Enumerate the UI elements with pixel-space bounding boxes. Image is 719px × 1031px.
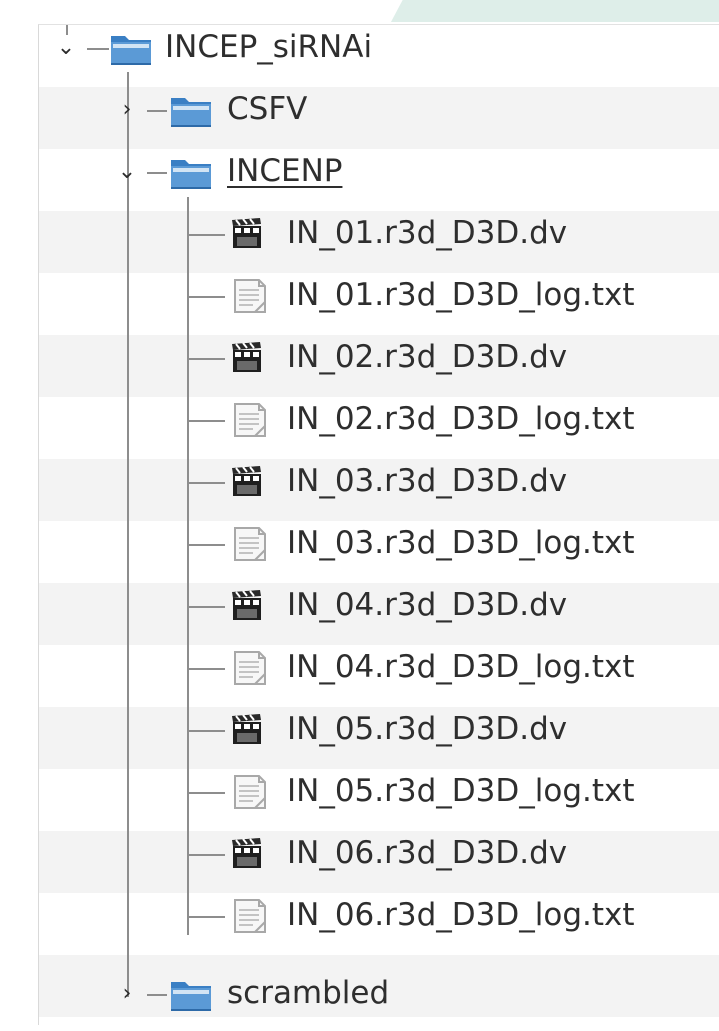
tree-connector [147,994,167,996]
tree-connector [187,916,225,918]
tree-item-label: IN_06.r3d_D3D.dv [287,835,568,871]
tree-item-label: INCEP_siRNAi [165,29,373,65]
text-file-icon [229,278,273,314]
tree-connector [187,358,225,360]
text-file-icon [229,526,273,562]
chevron-right-icon[interactable]: › [116,981,138,1007]
film-clapper-icon [229,464,273,500]
film-clapper-icon [229,712,273,748]
tree-connector [187,234,225,236]
tree-connector [187,606,225,608]
folder-icon [169,154,213,190]
tree-connector [147,172,167,174]
tree-connector [87,48,109,50]
film-clapper-icon [229,836,273,872]
tree-item-label: IN_06.r3d_D3D_log.txt [287,897,635,933]
tree-item-label: IN_03.r3d_D3D_log.txt [287,525,635,561]
tree-connector [66,25,68,35]
text-file-icon [229,402,273,438]
tree-item-label: IN_01.r3d_D3D_log.txt [287,277,635,313]
tree-connector [187,197,189,935]
tree-item-label: IN_05.r3d_D3D_log.txt [287,773,635,809]
chevron-right-icon[interactable]: › [116,97,138,123]
text-file-icon [229,774,273,810]
tree-item-label: IN_01.r3d_D3D.dv [287,215,568,251]
tree-connector [187,420,225,422]
window-corner-decoration [390,0,719,22]
text-file-icon [229,650,273,686]
film-clapper-icon [229,340,273,376]
chevron-down-icon[interactable]: ⌄ [116,159,138,185]
film-clapper-icon [229,588,273,624]
folder-icon [109,30,153,66]
row-stripe [39,87,719,149]
tree-item-label: IN_02.r3d_D3D.dv [287,339,568,375]
tree-item-label: scrambled [227,975,390,1011]
tree-connector [127,72,129,997]
file-tree[interactable]: ⌄ INCEP_siRNAi › CSFV ⌄ INCENP IN_01.r3d… [38,24,719,1025]
tree-item-label: CSFV [227,91,308,127]
tree-item-label: INCENP [227,153,343,189]
tree-connector [187,730,225,732]
tree-connector [147,110,167,112]
tree-connector [187,668,225,670]
tree-item-label: IN_03.r3d_D3D.dv [287,463,568,499]
tree-connector [187,482,225,484]
film-clapper-icon [229,216,273,252]
folder-icon [169,976,213,1012]
tree-connector [187,792,225,794]
tree-item-label: IN_05.r3d_D3D.dv [287,711,568,747]
tree-connector [187,854,225,856]
tree-item-label: IN_04.r3d_D3D_log.txt [287,649,635,685]
text-file-icon [229,898,273,934]
tree-connector [187,296,225,298]
chevron-down-icon[interactable]: ⌄ [55,35,77,61]
tree-item-label: IN_02.r3d_D3D_log.txt [287,401,635,437]
tree-connector [187,544,225,546]
file-tree-screenshot: ⌄ INCEP_siRNAi › CSFV ⌄ INCENP IN_01.r3d… [0,0,719,1031]
folder-icon [169,92,213,128]
tree-item-label: IN_04.r3d_D3D.dv [287,587,568,623]
